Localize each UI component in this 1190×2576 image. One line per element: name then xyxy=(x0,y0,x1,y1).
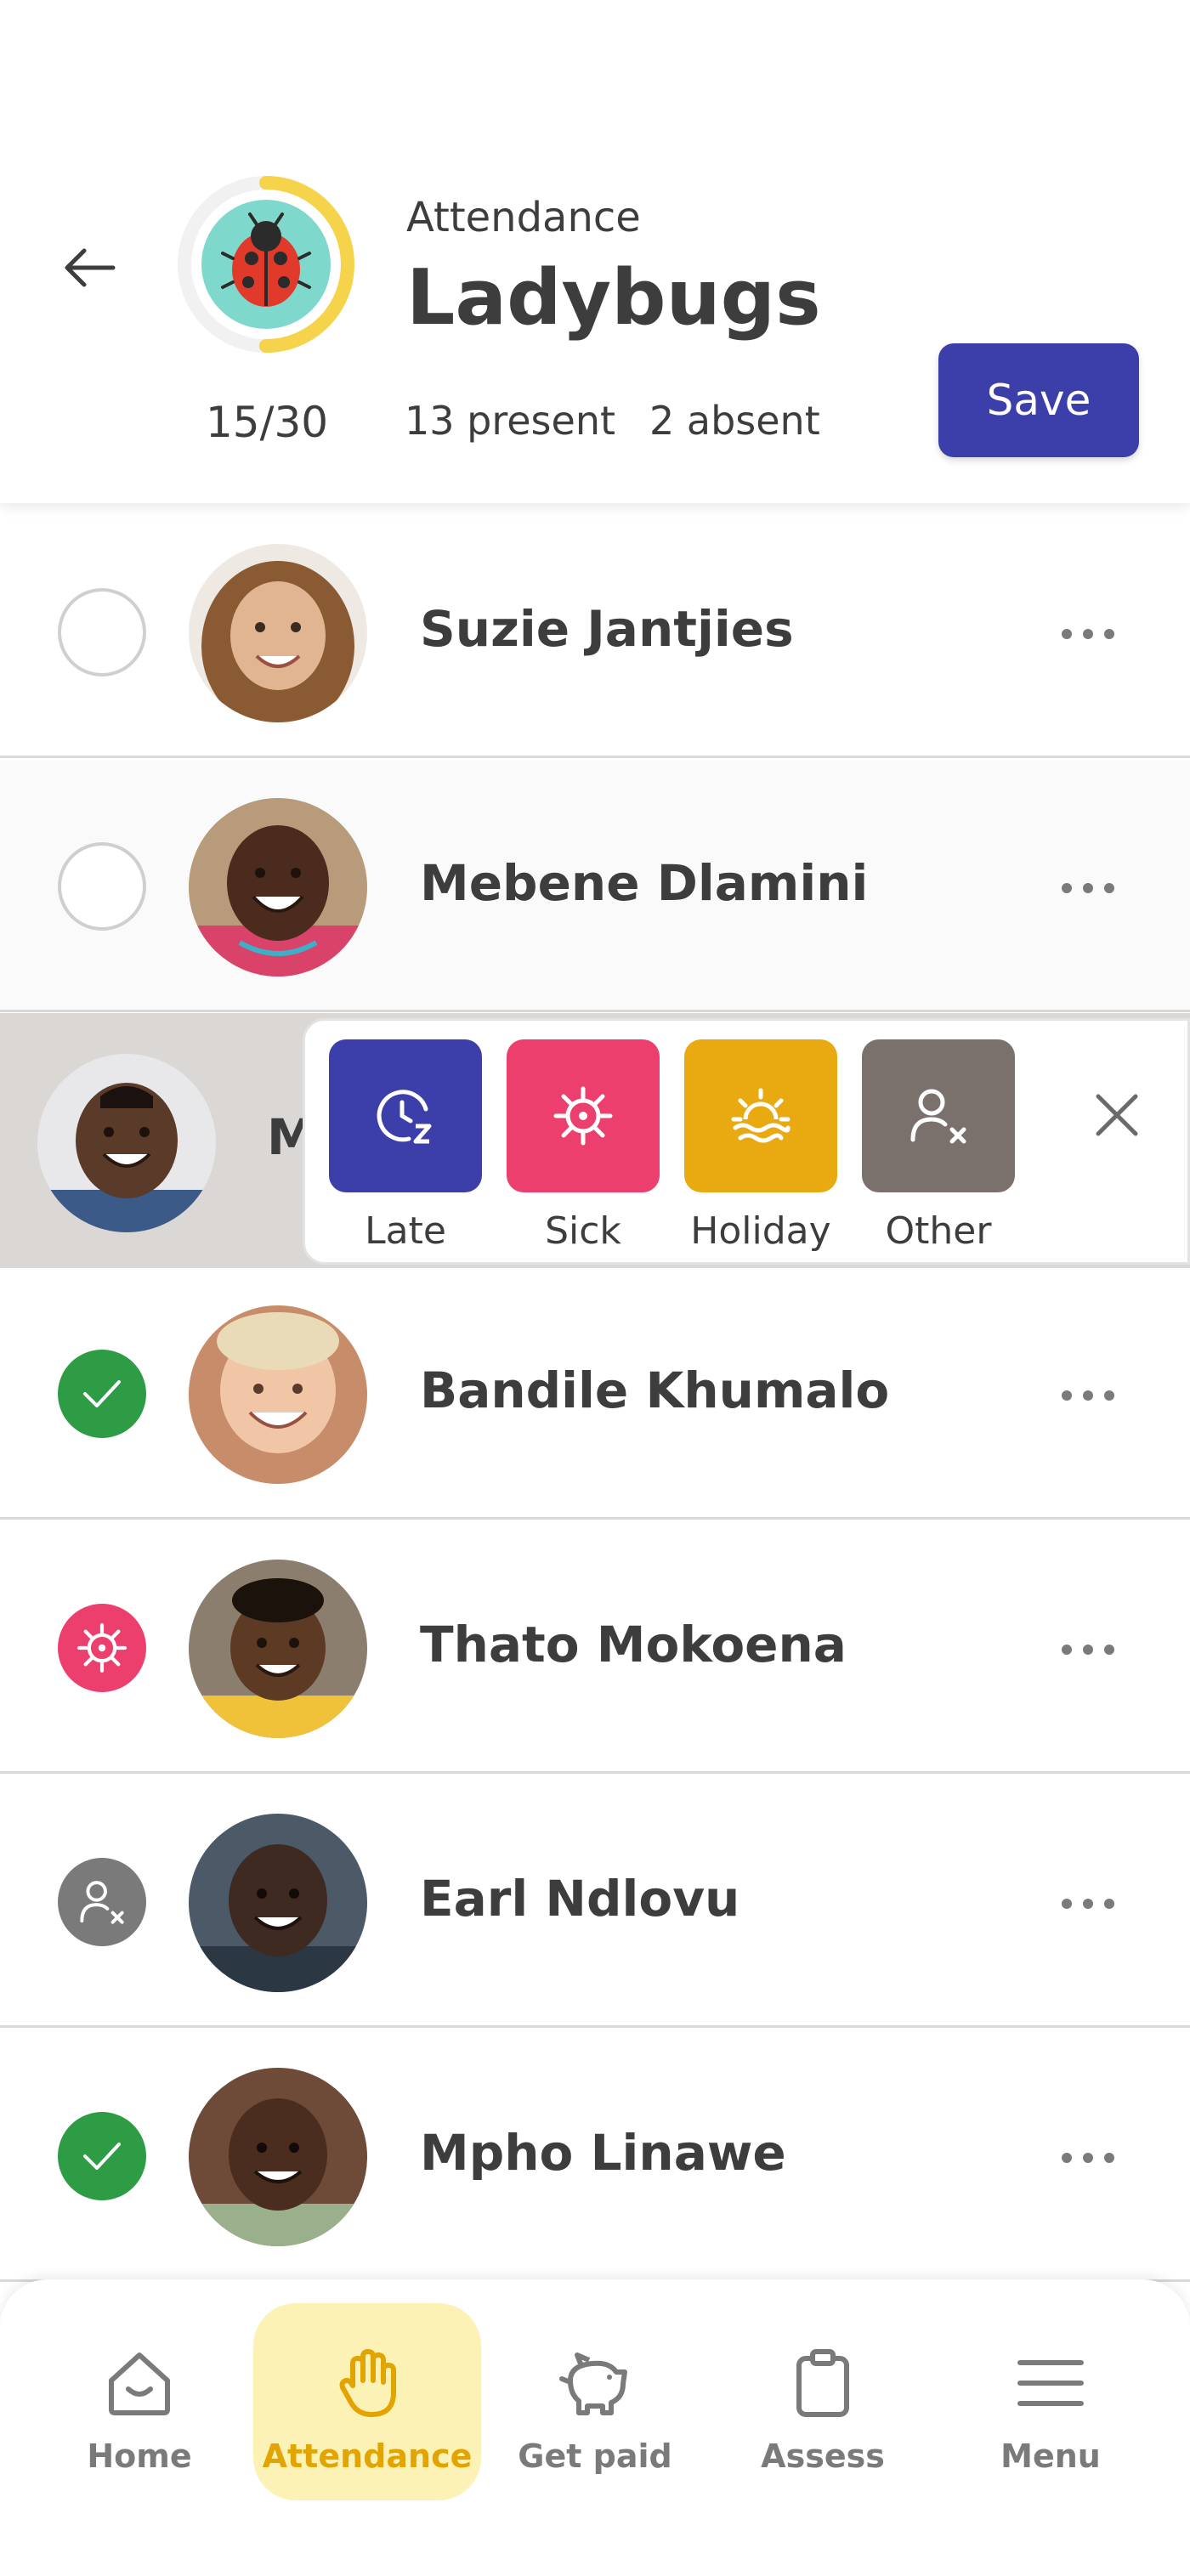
close-icon xyxy=(1096,1094,1138,1136)
more-horizontal-icon xyxy=(1062,1645,1114,1655)
more-horizontal-icon xyxy=(1062,1899,1114,1909)
person-x-icon xyxy=(910,1089,966,1144)
clock-icon xyxy=(377,1090,432,1144)
child-name: Bandile Khumalo xyxy=(420,1362,890,1419)
attendance-checkbox[interactable] xyxy=(58,1350,146,1438)
nav-item-attendance[interactable]: Attendance xyxy=(253,2303,481,2500)
avatar xyxy=(189,2068,367,2246)
child-row: Thato Mokoena xyxy=(0,1522,1190,1774)
reason-label: Holiday xyxy=(690,1209,831,1253)
child-row: Mpho Linawe xyxy=(0,2030,1190,2282)
avatar xyxy=(189,1305,367,1484)
attendance-checkbox[interactable] xyxy=(58,1858,146,1946)
more-options-button[interactable] xyxy=(1054,600,1122,668)
header: Attendance Ladybugs 15/30 13 present 2 a… xyxy=(0,0,1190,503)
page-subtitle: Attendance xyxy=(406,194,641,241)
home-icon xyxy=(109,2352,170,2415)
avatar xyxy=(189,798,367,977)
more-options-button[interactable] xyxy=(1054,1616,1122,1684)
child-row: Earl Ndlovu xyxy=(0,1776,1190,2028)
more-horizontal-icon xyxy=(1062,629,1114,639)
nav-item-home[interactable]: Home xyxy=(26,2303,253,2500)
more-options-button[interactable] xyxy=(1054,2124,1122,2192)
reason-label: Other xyxy=(885,1209,992,1253)
child-name: Suzie Jantjies xyxy=(420,600,794,658)
child-row: Mebene Dlamini xyxy=(0,761,1190,1012)
avatar xyxy=(189,544,367,722)
back-button[interactable] xyxy=(51,229,128,306)
child-name: Mebene Dlamini xyxy=(420,854,869,912)
more-options-button[interactable] xyxy=(1054,1362,1122,1430)
hand-icon xyxy=(339,2349,396,2417)
class-progress-ring xyxy=(178,176,354,353)
virus-icon xyxy=(76,1622,128,1673)
more-horizontal-icon xyxy=(1062,2153,1114,2163)
present-count: 13 present xyxy=(405,398,616,444)
reason-other-button[interactable]: Other xyxy=(862,1039,1015,1253)
avatar xyxy=(189,1560,367,1738)
menu-icon xyxy=(1017,2360,1084,2406)
checkmark-icon xyxy=(83,1380,121,1407)
avatar xyxy=(37,1054,216,1232)
save-button[interactable]: Save xyxy=(938,343,1139,457)
piggy-bank-icon xyxy=(559,2352,627,2415)
virus-icon xyxy=(553,1086,613,1146)
arrow-left-icon xyxy=(65,248,116,287)
nav-label: Menu xyxy=(1000,2437,1101,2475)
close-reasons-button[interactable] xyxy=(1070,1068,1164,1162)
absent-count: 2 absent xyxy=(649,398,820,444)
nav-label: Attendance xyxy=(262,2437,473,2475)
nav-label: Home xyxy=(87,2437,192,2475)
bottom-navigation: Home Attendance Get paid Assess Menu xyxy=(0,2279,1190,2576)
page-title: Ladybugs xyxy=(406,253,821,343)
sun-icon xyxy=(731,1088,790,1143)
reason-late-button[interactable]: Late xyxy=(329,1039,482,1253)
reason-label: Sick xyxy=(545,1209,621,1253)
attendance-checkbox[interactable] xyxy=(58,1604,146,1692)
child-row: Bandile Khumalo xyxy=(0,1268,1190,1520)
reason-label: Late xyxy=(365,1209,446,1253)
child-name: Mpho Linawe xyxy=(420,2124,786,2182)
attendance-count: 15/30 xyxy=(206,398,329,447)
nav-item-menu[interactable]: Menu xyxy=(937,2303,1164,2500)
absence-reason-panel: Late Sick Holiday Other xyxy=(303,1018,1190,1265)
more-options-button[interactable] xyxy=(1054,854,1122,922)
child-row: Suzie Jantjies xyxy=(0,507,1190,758)
more-options-button[interactable] xyxy=(1054,1870,1122,1938)
attendance-checkbox[interactable] xyxy=(58,842,146,931)
nav-item-get-paid[interactable]: Get paid xyxy=(481,2303,709,2500)
reason-sick-button[interactable]: Sick xyxy=(507,1039,660,1253)
person-x-icon xyxy=(80,1881,124,1924)
nav-item-assess[interactable]: Assess xyxy=(709,2303,937,2500)
reason-holiday-button[interactable]: Holiday xyxy=(684,1039,837,1253)
nav-label: Get paid xyxy=(518,2437,672,2475)
more-horizontal-icon xyxy=(1062,1390,1114,1401)
child-name: Earl Ndlovu xyxy=(420,1870,740,1928)
child-name: Thato Mokoena xyxy=(420,1616,847,1673)
more-horizontal-icon xyxy=(1062,883,1114,893)
checkmark-icon xyxy=(83,2143,121,2170)
attendance-checkbox[interactable] xyxy=(58,588,146,677)
avatar xyxy=(189,1814,367,1992)
attendance-checkbox[interactable] xyxy=(58,2112,146,2200)
nav-label: Assess xyxy=(761,2437,885,2475)
clipboard-icon xyxy=(796,2349,849,2417)
child-row-expanded: M Late Sick Holiday Other xyxy=(0,1013,1190,1268)
